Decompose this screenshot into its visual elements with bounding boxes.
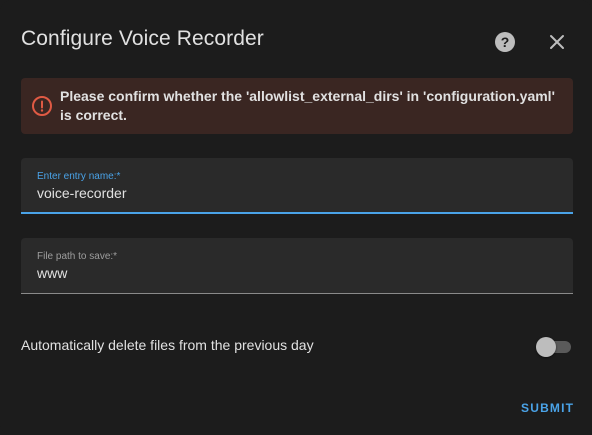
file-path-value[interactable]: www <box>37 265 67 281</box>
help-circle-icon: ? <box>495 32 515 52</box>
entry-name-field[interactable]: Enter entry name:* voice-recorder <box>21 158 573 214</box>
entry-name-label: Enter entry name:* <box>37 171 121 182</box>
error-alert: Please confirm whether the 'allowlist_ex… <box>21 78 573 134</box>
toggle-thumb <box>536 337 556 357</box>
submit-button[interactable]: SUBMIT <box>515 399 580 417</box>
help-button[interactable]: ? <box>494 31 516 53</box>
file-path-label: File path to save:* <box>37 251 118 262</box>
entry-name-value[interactable]: voice-recorder <box>37 185 126 201</box>
close-button[interactable] <box>547 32 567 52</box>
svg-text:?: ? <box>501 34 510 50</box>
error-outline-icon <box>32 96 52 116</box>
alert-message: Please confirm whether the 'allowlist_ex… <box>60 88 555 123</box>
auto-delete-label: Automatically delete files from the prev… <box>21 337 314 353</box>
configure-dialog: Configure Voice Recorder ? Please confir… <box>0 0 592 435</box>
dialog-title: Configure Voice Recorder <box>21 27 264 50</box>
file-path-field[interactable]: File path to save:* www <box>21 238 573 294</box>
auto-delete-toggle[interactable] <box>535 336 573 357</box>
close-icon <box>550 35 564 49</box>
